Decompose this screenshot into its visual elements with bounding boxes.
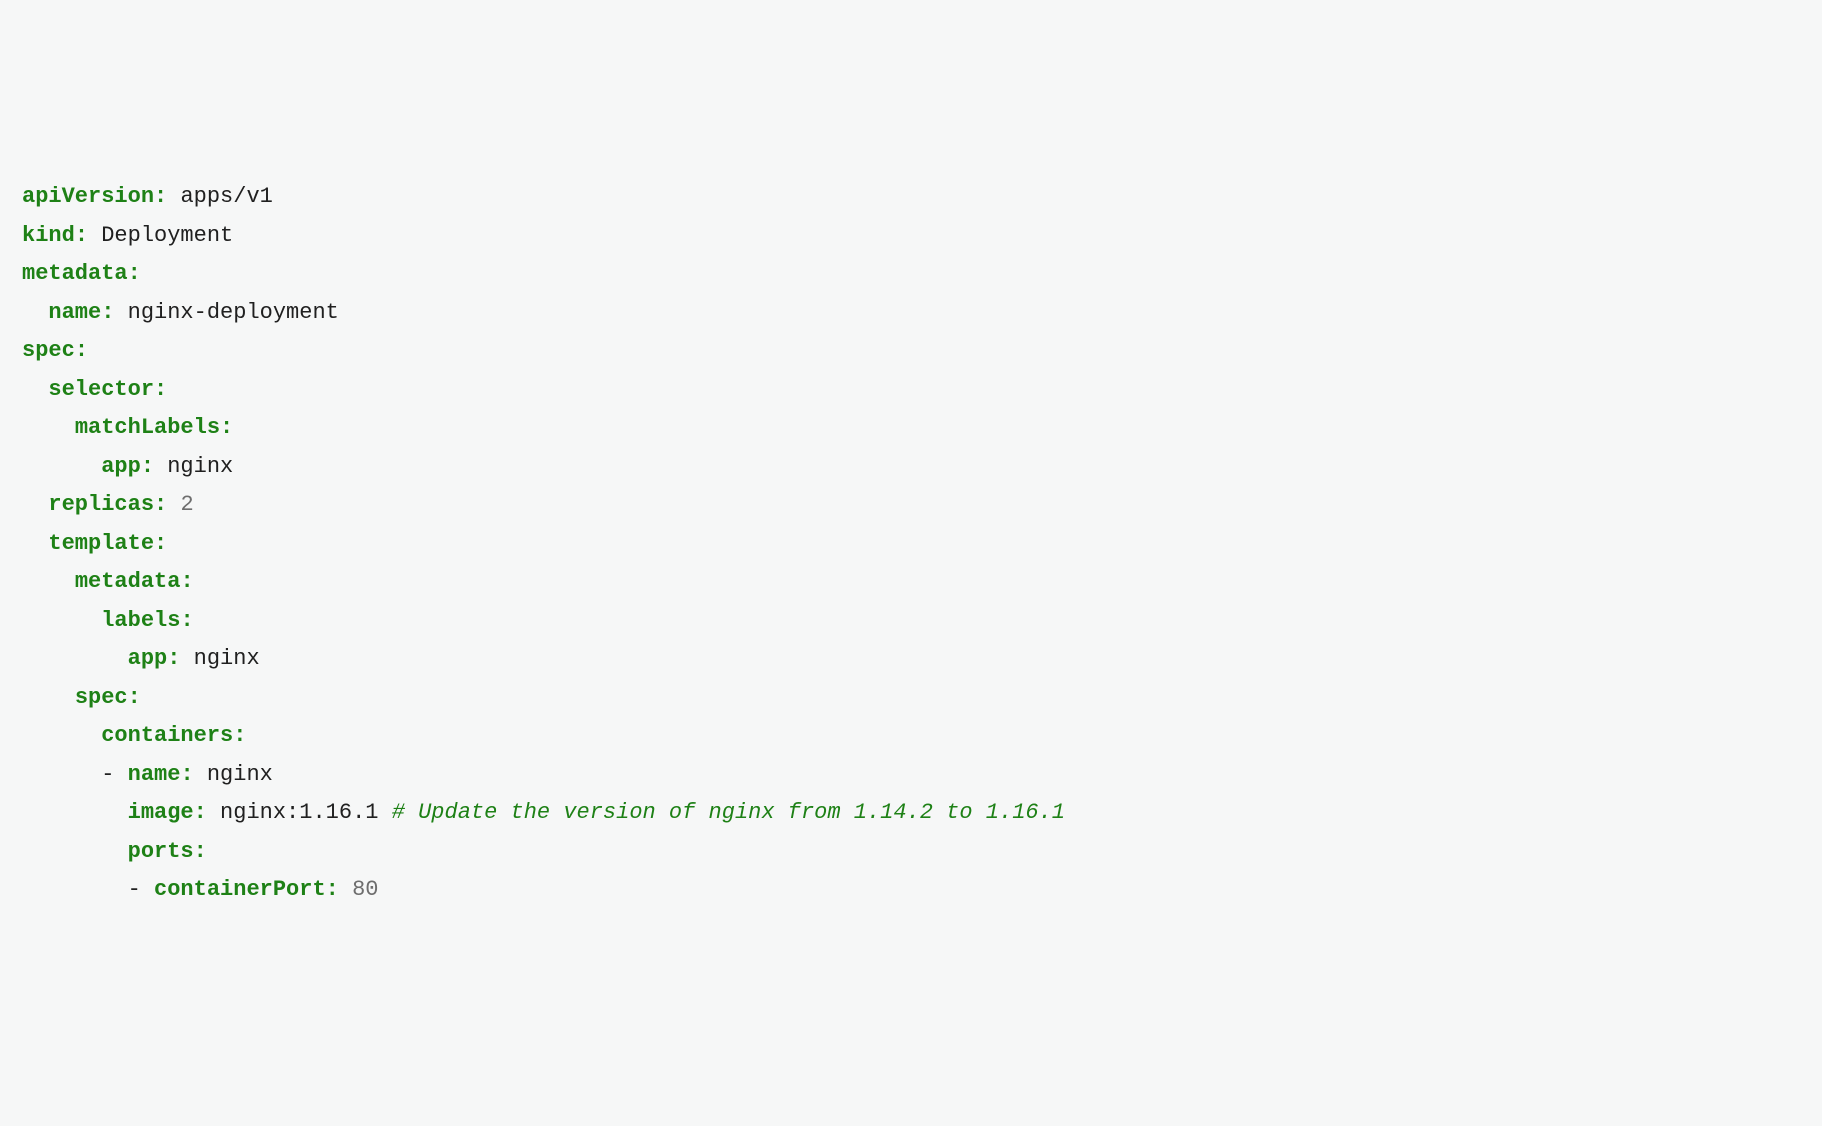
code-line: labels:	[22, 602, 1800, 641]
code-line: matchLabels:	[22, 409, 1800, 448]
yaml-colon: :	[220, 415, 233, 440]
yaml-colon: :	[194, 800, 207, 825]
yaml-key: spec	[75, 685, 128, 710]
code-line: image: nginx:1.16.1 # Update the version…	[22, 794, 1800, 833]
code-line: app: nginx	[22, 640, 1800, 679]
yaml-key: selector	[48, 377, 154, 402]
yaml-colon: :	[194, 839, 207, 864]
yaml-code-block: apiVersion: apps/v1kind: Deploymentmetad…	[22, 178, 1800, 910]
code-line: spec:	[22, 679, 1800, 718]
code-line: spec:	[22, 332, 1800, 371]
yaml-colon: :	[75, 223, 88, 248]
yaml-key: name	[48, 300, 101, 325]
yaml-key: metadata	[75, 569, 181, 594]
yaml-key: containers	[101, 723, 233, 748]
yaml-key: replicas	[48, 492, 154, 517]
code-line: selector:	[22, 371, 1800, 410]
yaml-key: image	[128, 800, 194, 825]
yaml-comment: # Update the version of nginx from 1.14.…	[392, 800, 1065, 825]
yaml-key: app	[128, 646, 168, 671]
yaml-key: apiVersion	[22, 184, 154, 209]
yaml-colon: :	[128, 261, 141, 286]
yaml-value: 80	[352, 877, 378, 902]
yaml-key: template	[48, 531, 154, 556]
yaml-colon: :	[101, 300, 114, 325]
code-line: - containerPort: 80	[22, 871, 1800, 910]
yaml-value: Deployment	[101, 223, 233, 248]
yaml-colon: :	[154, 492, 167, 517]
yaml-key: name	[128, 762, 181, 787]
yaml-key: spec	[22, 338, 75, 363]
yaml-value: apps/v1	[180, 184, 272, 209]
yaml-dash: -	[101, 762, 114, 787]
yaml-value: nginx	[194, 646, 260, 671]
yaml-key: app	[101, 454, 141, 479]
yaml-colon: :	[154, 531, 167, 556]
yaml-dash: -	[128, 877, 141, 902]
yaml-colon: :	[180, 762, 193, 787]
code-line: containers:	[22, 717, 1800, 756]
yaml-key: containerPort	[154, 877, 326, 902]
yaml-colon: :	[326, 877, 339, 902]
yaml-key: matchLabels	[75, 415, 220, 440]
yaml-value: nginx:1.16.1	[220, 800, 378, 825]
code-line: name: nginx-deployment	[22, 294, 1800, 333]
code-line: ports:	[22, 833, 1800, 872]
code-line: template:	[22, 525, 1800, 564]
code-line: metadata:	[22, 563, 1800, 602]
yaml-key: kind	[22, 223, 75, 248]
yaml-colon: :	[167, 646, 180, 671]
code-line: - name: nginx	[22, 756, 1800, 795]
code-line: metadata:	[22, 255, 1800, 294]
yaml-value: nginx-deployment	[128, 300, 339, 325]
yaml-colon: :	[154, 184, 167, 209]
code-line: app: nginx	[22, 448, 1800, 487]
yaml-colon: :	[75, 338, 88, 363]
yaml-colon: :	[180, 569, 193, 594]
yaml-key: ports	[128, 839, 194, 864]
code-line: replicas: 2	[22, 486, 1800, 525]
yaml-key: labels	[101, 608, 180, 633]
yaml-value: nginx	[167, 454, 233, 479]
code-line: apiVersion: apps/v1	[22, 178, 1800, 217]
yaml-value: nginx	[207, 762, 273, 787]
code-line: kind: Deployment	[22, 217, 1800, 256]
yaml-key: metadata	[22, 261, 128, 286]
yaml-colon: :	[154, 377, 167, 402]
yaml-colon: :	[128, 685, 141, 710]
yaml-colon: :	[180, 608, 193, 633]
yaml-colon: :	[141, 454, 154, 479]
yaml-value: 2	[180, 492, 193, 517]
yaml-colon: :	[233, 723, 246, 748]
